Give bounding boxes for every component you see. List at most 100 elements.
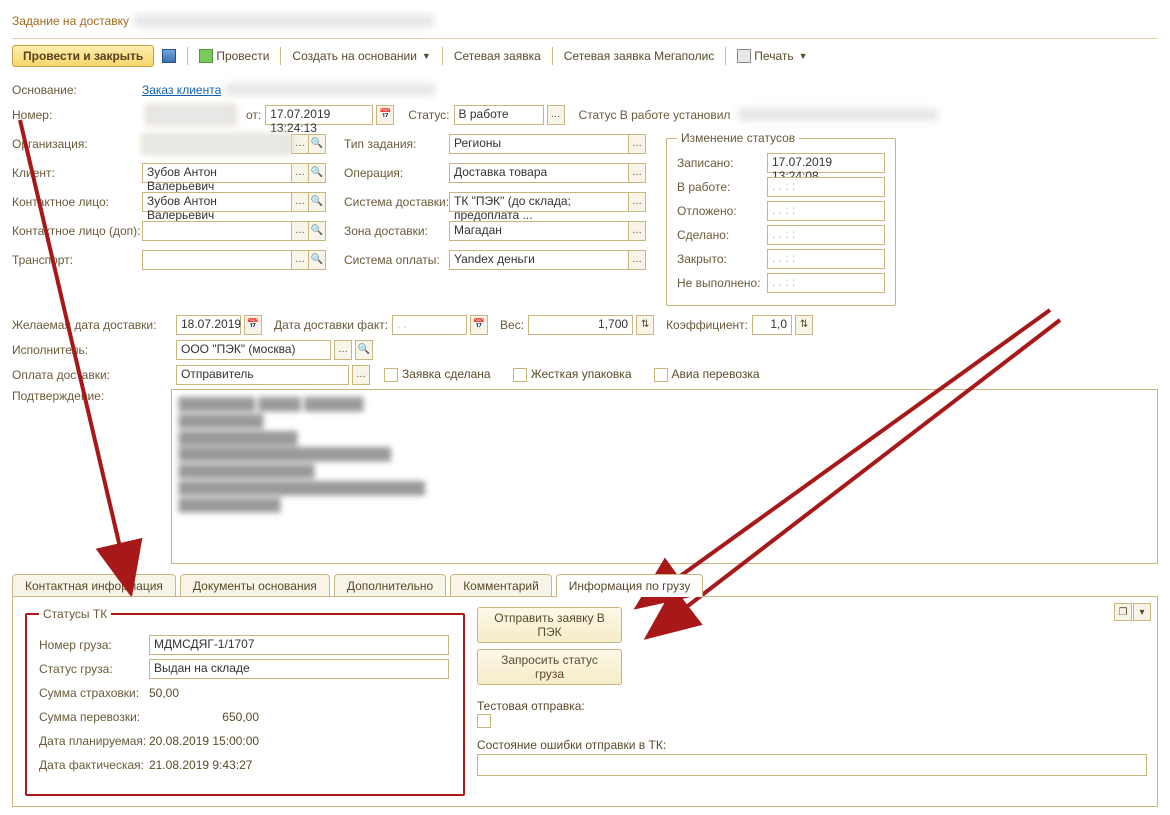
link-zakaz-klienta[interactable]: Заказ клиента (142, 83, 221, 97)
input-org[interactable] (142, 134, 292, 154)
window-more-icon[interactable]: ▾ (1133, 603, 1151, 621)
label-fact-date-tk: Дата фактическая: (39, 758, 149, 772)
save-icon (162, 49, 176, 63)
tab-additional[interactable]: Дополнительно (334, 574, 446, 597)
select-delivery-zone-btn[interactable]: … (628, 221, 646, 241)
input-tip[interactable]: Регионы (449, 134, 629, 154)
input-cargo-status[interactable]: Выдан на складе (149, 659, 449, 679)
chk-zhestkaya[interactable]: Жесткая упаковка (513, 367, 632, 382)
select-delivery-sys-btn[interactable]: … (628, 192, 646, 212)
input-cargo-num[interactable]: МДМСДЯГ-1/1707 (149, 635, 449, 655)
input-desired-date[interactable]: 18.07.2019 (176, 315, 241, 335)
legend-tk: Статусы ТК (39, 607, 111, 621)
label-weight: Вес: (500, 318, 524, 332)
label-insurance: Сумма страховки: (39, 686, 149, 700)
label-ispolnitel: Исполнитель: (12, 343, 172, 357)
print-button[interactable]: Печать▼ (731, 46, 813, 66)
select-operation-btn[interactable]: … (628, 163, 646, 183)
net-request-button[interactable]: Сетевая заявка (448, 46, 547, 66)
label-confirm: Подтверждение: (12, 389, 171, 403)
legend-status-change: Изменение статусов (677, 131, 799, 145)
chevron-down-icon: ▼ (422, 51, 431, 61)
label-v-rabote: В работе: (677, 180, 767, 194)
tab-panel-cargo: Статусы ТК Номер груза:МДМСДЯГ-1/1707 Ст… (12, 597, 1158, 807)
input-oplata[interactable]: Отправитель (176, 365, 349, 385)
input-delivery-sys[interactable]: ТК "ПЭК" (до склада; предоплата ... (449, 192, 629, 212)
stepper-coef[interactable]: ⇅ (795, 315, 813, 335)
label-fact-date: Дата доставки факт: (274, 318, 388, 332)
save-button[interactable] (156, 46, 182, 66)
select-contact-btn[interactable]: … (291, 192, 309, 212)
label-contact: Контактное лицо: (12, 195, 142, 209)
window-restore-icon[interactable]: ❐ (1114, 603, 1132, 621)
input-fact-date[interactable]: . . (392, 315, 467, 335)
search-contact-dop-icon[interactable]: 🔍 (308, 221, 326, 241)
cargo-actions-col: Отправить заявку В ПЭК Запросить статус … (477, 607, 1147, 796)
input-client[interactable]: Зубов Антон Валерьевич (142, 163, 292, 183)
input-date-from[interactable]: 17.07.2019 13:24:13 (265, 105, 373, 125)
search-transport-icon[interactable]: 🔍 (308, 250, 326, 270)
select-status-btn[interactable]: … (547, 105, 565, 125)
label-test-send: Тестовая отправка: (477, 699, 1147, 713)
label-contact-dop: Контактное лицо (доп): (12, 224, 142, 238)
input-coef[interactable]: 1,0 (752, 315, 792, 335)
select-transport-btn[interactable]: … (291, 250, 309, 270)
input-otlozheno[interactable]: . . : : (767, 201, 885, 221)
input-delivery-zone[interactable]: Магадан (449, 221, 629, 241)
chk-test-send[interactable] (477, 714, 491, 728)
input-transport[interactable] (142, 250, 292, 270)
input-ne-vypolneno[interactable]: . . : : (767, 273, 885, 293)
input-ispolnitel[interactable]: ООО "ПЭК" (москва) (176, 340, 331, 360)
select-oplata-btn[interactable]: … (352, 365, 370, 385)
label-error-state: Состояние ошибки отправки в ТК: (477, 738, 1147, 752)
label-status-setter: Статус В работе установил (579, 108, 731, 122)
select-ispolnitel-btn[interactable]: … (334, 340, 352, 360)
send-pek-button[interactable]: Отправить заявку В ПЭК (477, 607, 622, 643)
search-ispolnitel-icon[interactable]: 🔍 (355, 340, 373, 360)
input-operation[interactable]: Доставка товара (449, 163, 629, 183)
input-sdelano[interactable]: . . : : (767, 225, 885, 245)
textarea-confirm[interactable]: █████████ █████ ████████████████████████… (171, 389, 1158, 564)
net-request-mega-button[interactable]: Сетевая заявка Мегаполис (558, 46, 721, 66)
input-v-rabote[interactable]: . . : : (767, 177, 885, 197)
page-title: Задание на доставку (12, 8, 1158, 39)
select-tip-btn[interactable]: … (628, 134, 646, 154)
select-pay-sys-btn[interactable]: … (628, 250, 646, 270)
input-zapisano[interactable]: 17.07.2019 13:24:08 (767, 153, 885, 173)
label-operation: Операция: (344, 166, 449, 180)
search-org-icon[interactable]: 🔍 (308, 134, 326, 154)
value-plan-date: 20.08.2019 15:00:00 (149, 734, 259, 748)
label-status: Статус: (408, 108, 449, 122)
input-weight[interactable]: 1,700 (528, 315, 633, 335)
input-nomer[interactable] (146, 105, 236, 125)
input-status[interactable]: В работе (454, 105, 544, 125)
select-contact-dop-btn[interactable]: … (291, 221, 309, 241)
tab-contact-info[interactable]: Контактная информация (12, 574, 176, 597)
input-error-state[interactable] (477, 754, 1147, 776)
stepper-weight[interactable]: ⇅ (636, 315, 654, 335)
input-zakryto[interactable]: . . : : (767, 249, 885, 269)
search-client-icon[interactable]: 🔍 (308, 163, 326, 183)
post-close-button[interactable]: Провести и закрыть (12, 45, 154, 67)
chk-avia[interactable]: Авиа перевозка (654, 367, 760, 382)
label-delivery-sys: Система доставки: (344, 195, 449, 209)
tab-documents[interactable]: Документы основания (180, 574, 330, 597)
input-contact-dop[interactable] (142, 221, 292, 241)
calendar-icon[interactable]: 📅 (376, 105, 394, 125)
input-pay-sys[interactable]: Yandex деньги (449, 250, 629, 270)
input-contact[interactable]: Зубов Антон Валерьевич (142, 192, 292, 212)
create-based-button[interactable]: Создать на основании▼ (286, 46, 436, 66)
request-status-button[interactable]: Запросить статус груза (477, 649, 622, 685)
tab-cargo-info[interactable]: Информация по грузу (556, 574, 704, 597)
select-org-btn[interactable]: … (291, 134, 309, 154)
chk-zayavka[interactable]: Заявка сделана (384, 367, 491, 382)
value-fact-date-tk: 21.08.2019 9:43:27 (149, 758, 252, 772)
select-client-btn[interactable]: … (291, 163, 309, 183)
provesti-button[interactable]: Провести (193, 46, 275, 66)
calendar-icon[interactable]: 📅 (244, 315, 262, 335)
label-transport: Транспорт: (12, 253, 142, 267)
label-pay-sys: Система оплаты: (344, 253, 449, 267)
tab-comment[interactable]: Комментарий (450, 574, 552, 597)
search-contact-icon[interactable]: 🔍 (308, 192, 326, 212)
calendar-icon[interactable]: 📅 (470, 315, 488, 335)
